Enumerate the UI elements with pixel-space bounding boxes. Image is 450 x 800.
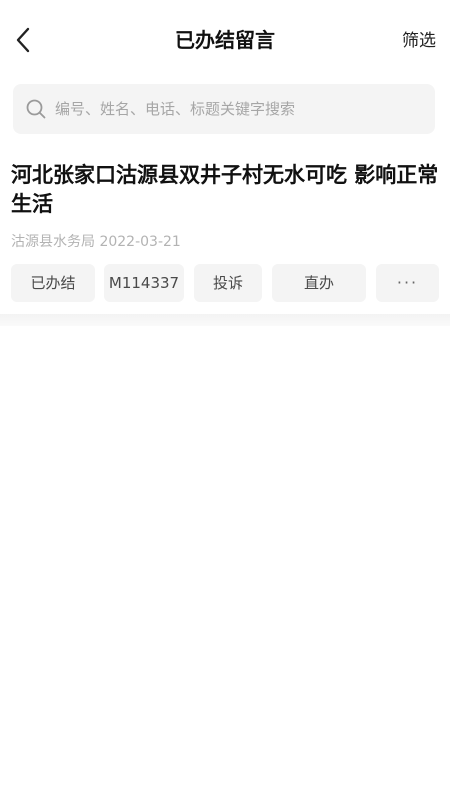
search-icon (26, 99, 46, 119)
page-title: 已办结留言 (175, 28, 275, 52)
message-id-badge: M114337 (104, 264, 184, 302)
filter-button[interactable]: 筛选 (402, 29, 436, 53)
type-badge: 投诉 (194, 264, 262, 302)
nav-bar: 已办结留言 筛选 (0, 0, 450, 80)
message-meta: 沽源县水务局 2022-03-21 (11, 234, 181, 250)
search-bar[interactable] (13, 84, 435, 134)
more-button[interactable]: ··· (376, 264, 439, 302)
status-badge: 已办结 (11, 264, 95, 302)
search-input[interactable] (55, 84, 415, 134)
handling-badge: 直办 (272, 264, 366, 302)
section-divider (0, 314, 450, 326)
message-title[interactable]: 河北张家口沽源县双井子村无水可吃 影响正常生活 (11, 161, 441, 219)
